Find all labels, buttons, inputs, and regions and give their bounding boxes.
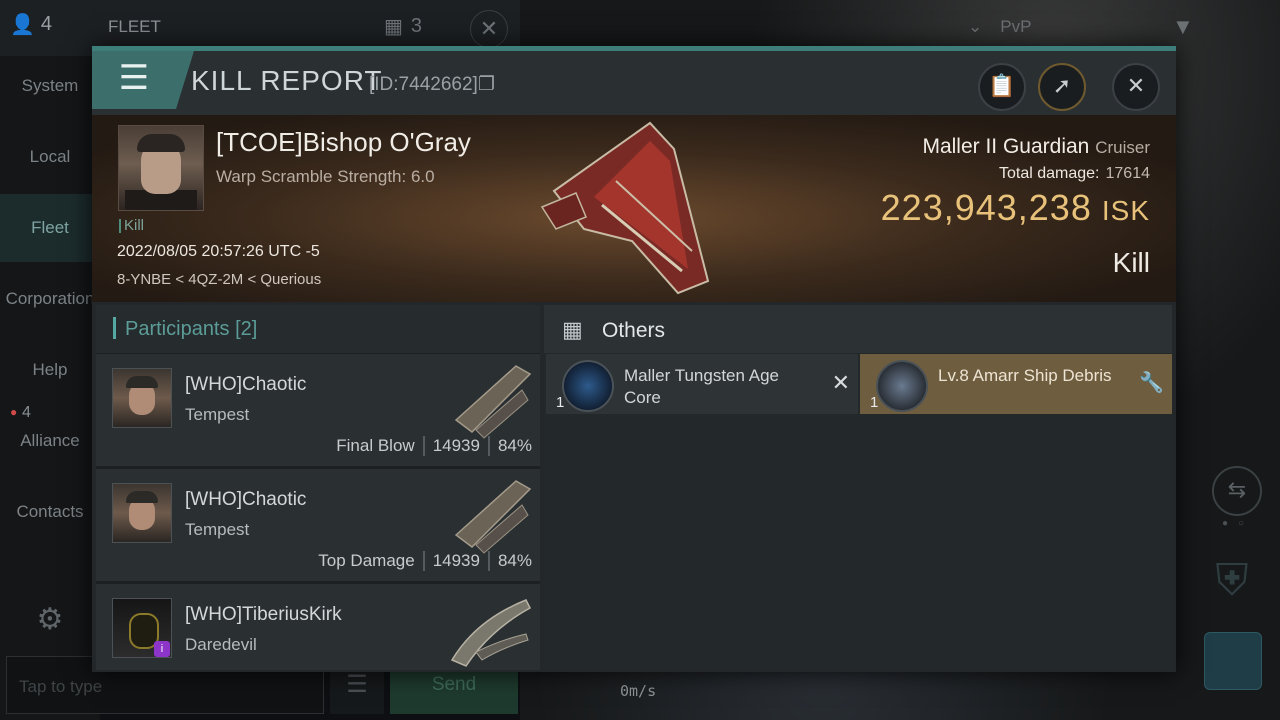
kill-location-route: 8-YNBE < 4QZ-2M < Querious <box>117 271 322 288</box>
swap-icon[interactable]: ⇆ <box>1212 466 1262 516</box>
user-icon: 👤 <box>10 14 35 36</box>
item-quantity: 1 <box>556 394 565 411</box>
participant-avatar[interactable] <box>112 368 172 428</box>
victim-avatar[interactable] <box>118 125 204 211</box>
victim-name: [TCOE]Bishop O'Gray <box>216 127 471 157</box>
kill-tag: Kill <box>119 218 144 233</box>
kill-report-dialog: ☰ KILL REPORT [ID:7442662]❐ 📋 ➚ ✕ [TCOE]… <box>92 46 1176 672</box>
online-count[interactable]: 👤 4 <box>10 12 52 37</box>
sidebar-item-fleet[interactable]: Fleet <box>0 194 100 262</box>
copy-icon[interactable]: ❐ <box>478 74 495 95</box>
participant-ship-image <box>454 365 532 439</box>
participant-name: [WHO]Chaotic <box>185 489 307 510</box>
chat-channel-label: FLEET <box>108 17 161 36</box>
sidebar-item-contacts[interactable]: Contacts <box>0 502 100 522</box>
chevron-down-icon: ⌄ <box>968 17 983 36</box>
fleet-members-count[interactable]: ▦ 3 <box>384 14 422 39</box>
others-header: ▦ Others <box>544 305 1172 353</box>
report-id[interactable]: [ID:7442662]❐ <box>369 73 495 96</box>
participants-header: Participants [2] <box>96 305 540 353</box>
clipboard-icon[interactable]: 📋 <box>978 63 1026 111</box>
sidebar-item-alliance[interactable]: Alliance <box>0 431 100 451</box>
corp-badge-icon: i <box>154 641 170 657</box>
item-name: Lv.8 Amarr Ship Debris <box>938 366 1112 385</box>
participant-stats: Top Damage 14939 84% <box>318 551 532 571</box>
item-icon <box>562 360 614 412</box>
participant-ship: Tempest <box>185 520 250 539</box>
victim-banner: [TCOE]Bishop O'Gray Warp Scramble Streng… <box>92 115 1176 302</box>
members-icon: ▦ <box>384 16 403 38</box>
isk-value: 223,943,238 ISK <box>880 187 1150 228</box>
participant-stats: Final Blow 14939 84% <box>336 436 532 456</box>
sidebar-item-help[interactable]: Help <box>0 360 100 380</box>
wrench-icon: 🔧 <box>1139 372 1164 394</box>
pvp-filter[interactable]: ⌄ PvP <box>968 17 1031 37</box>
sidebar-item-system[interactable]: System <box>0 76 100 96</box>
cargo-chest-icon[interactable] <box>1204 632 1262 690</box>
share-icon[interactable]: ➚ <box>1038 63 1086 111</box>
participant-row[interactable]: i [WHO]TiberiusKirk Daredevil <box>96 584 540 670</box>
warp-scramble-strength: Warp Scramble Strength: 6.0 <box>216 167 435 186</box>
participant-ship-image <box>450 599 531 667</box>
menu-icon[interactable]: ☰ <box>92 51 176 109</box>
report-result: Kill <box>1112 247 1150 278</box>
cube-icon: ▦ <box>562 317 583 342</box>
item-quantity: 1 <box>870 394 879 411</box>
participant-avatar[interactable]: i <box>112 598 172 658</box>
speed-readout: 0m/s <box>620 682 657 700</box>
participant-ship-image <box>454 480 532 554</box>
dialog-title: KILL REPORT <box>191 65 383 96</box>
shield-icon[interactable]: ⛨ <box>1206 556 1258 616</box>
participant-ship: Tempest <box>185 405 250 424</box>
page-dots: ●○ <box>1222 518 1255 529</box>
item-name: Maller Tungsten Age Core <box>624 366 779 407</box>
sidebar-item-local[interactable]: Local <box>0 147 100 167</box>
participant-name: [WHO]Chaotic <box>185 374 307 395</box>
participant-row[interactable]: [WHO]Chaotic Tempest Final Blow 14939 84… <box>96 354 540 469</box>
participants-panel: Participants [2] [WHO]Chaotic Tempest Fi… <box>96 305 540 670</box>
others-panel: ▦ Others 1 Maller Tungsten Age Core ✕ 1 … <box>544 305 1172 670</box>
kill-timestamp: 2022/08/05 20:57:26 UTC -5 <box>117 243 320 260</box>
loot-item[interactable]: 1 Lv.8 Amarr Ship Debris 🔧 <box>860 354 1172 414</box>
dialog-header: ☰ KILL REPORT [ID:7442662]❐ 📋 ➚ ✕ <box>92 51 1176 115</box>
total-damage: Total damage: 17614 <box>998 165 1150 182</box>
destroyed-x-icon: ✕ <box>831 370 850 395</box>
participant-name: [WHO]TiberiusKirk <box>185 604 342 625</box>
chat-close-button[interactable]: ✕ <box>470 10 508 48</box>
close-icon[interactable]: ✕ <box>1112 63 1160 111</box>
alliance-unread-count: 4 <box>22 404 31 421</box>
item-icon <box>876 360 928 412</box>
participant-avatar[interactable] <box>112 483 172 543</box>
loot-item[interactable]: 1 Maller Tungsten Age Core ✕ <box>546 354 858 414</box>
settings-gear-icon[interactable]: ⚙ <box>28 598 72 642</box>
participant-row[interactable]: [WHO]Chaotic Tempest Top Damage 14939 84… <box>96 469 540 584</box>
filter-icon[interactable]: ▼ <box>1172 14 1194 40</box>
sidebar-item-corporation[interactable]: Corporation <box>0 289 100 309</box>
participant-ship: Daredevil <box>185 635 257 654</box>
victim-ship-name: Maller II Guardian Cruiser <box>922 135 1150 158</box>
victim-ship-image <box>540 121 710 295</box>
unread-dot-icon: ● <box>10 405 18 419</box>
